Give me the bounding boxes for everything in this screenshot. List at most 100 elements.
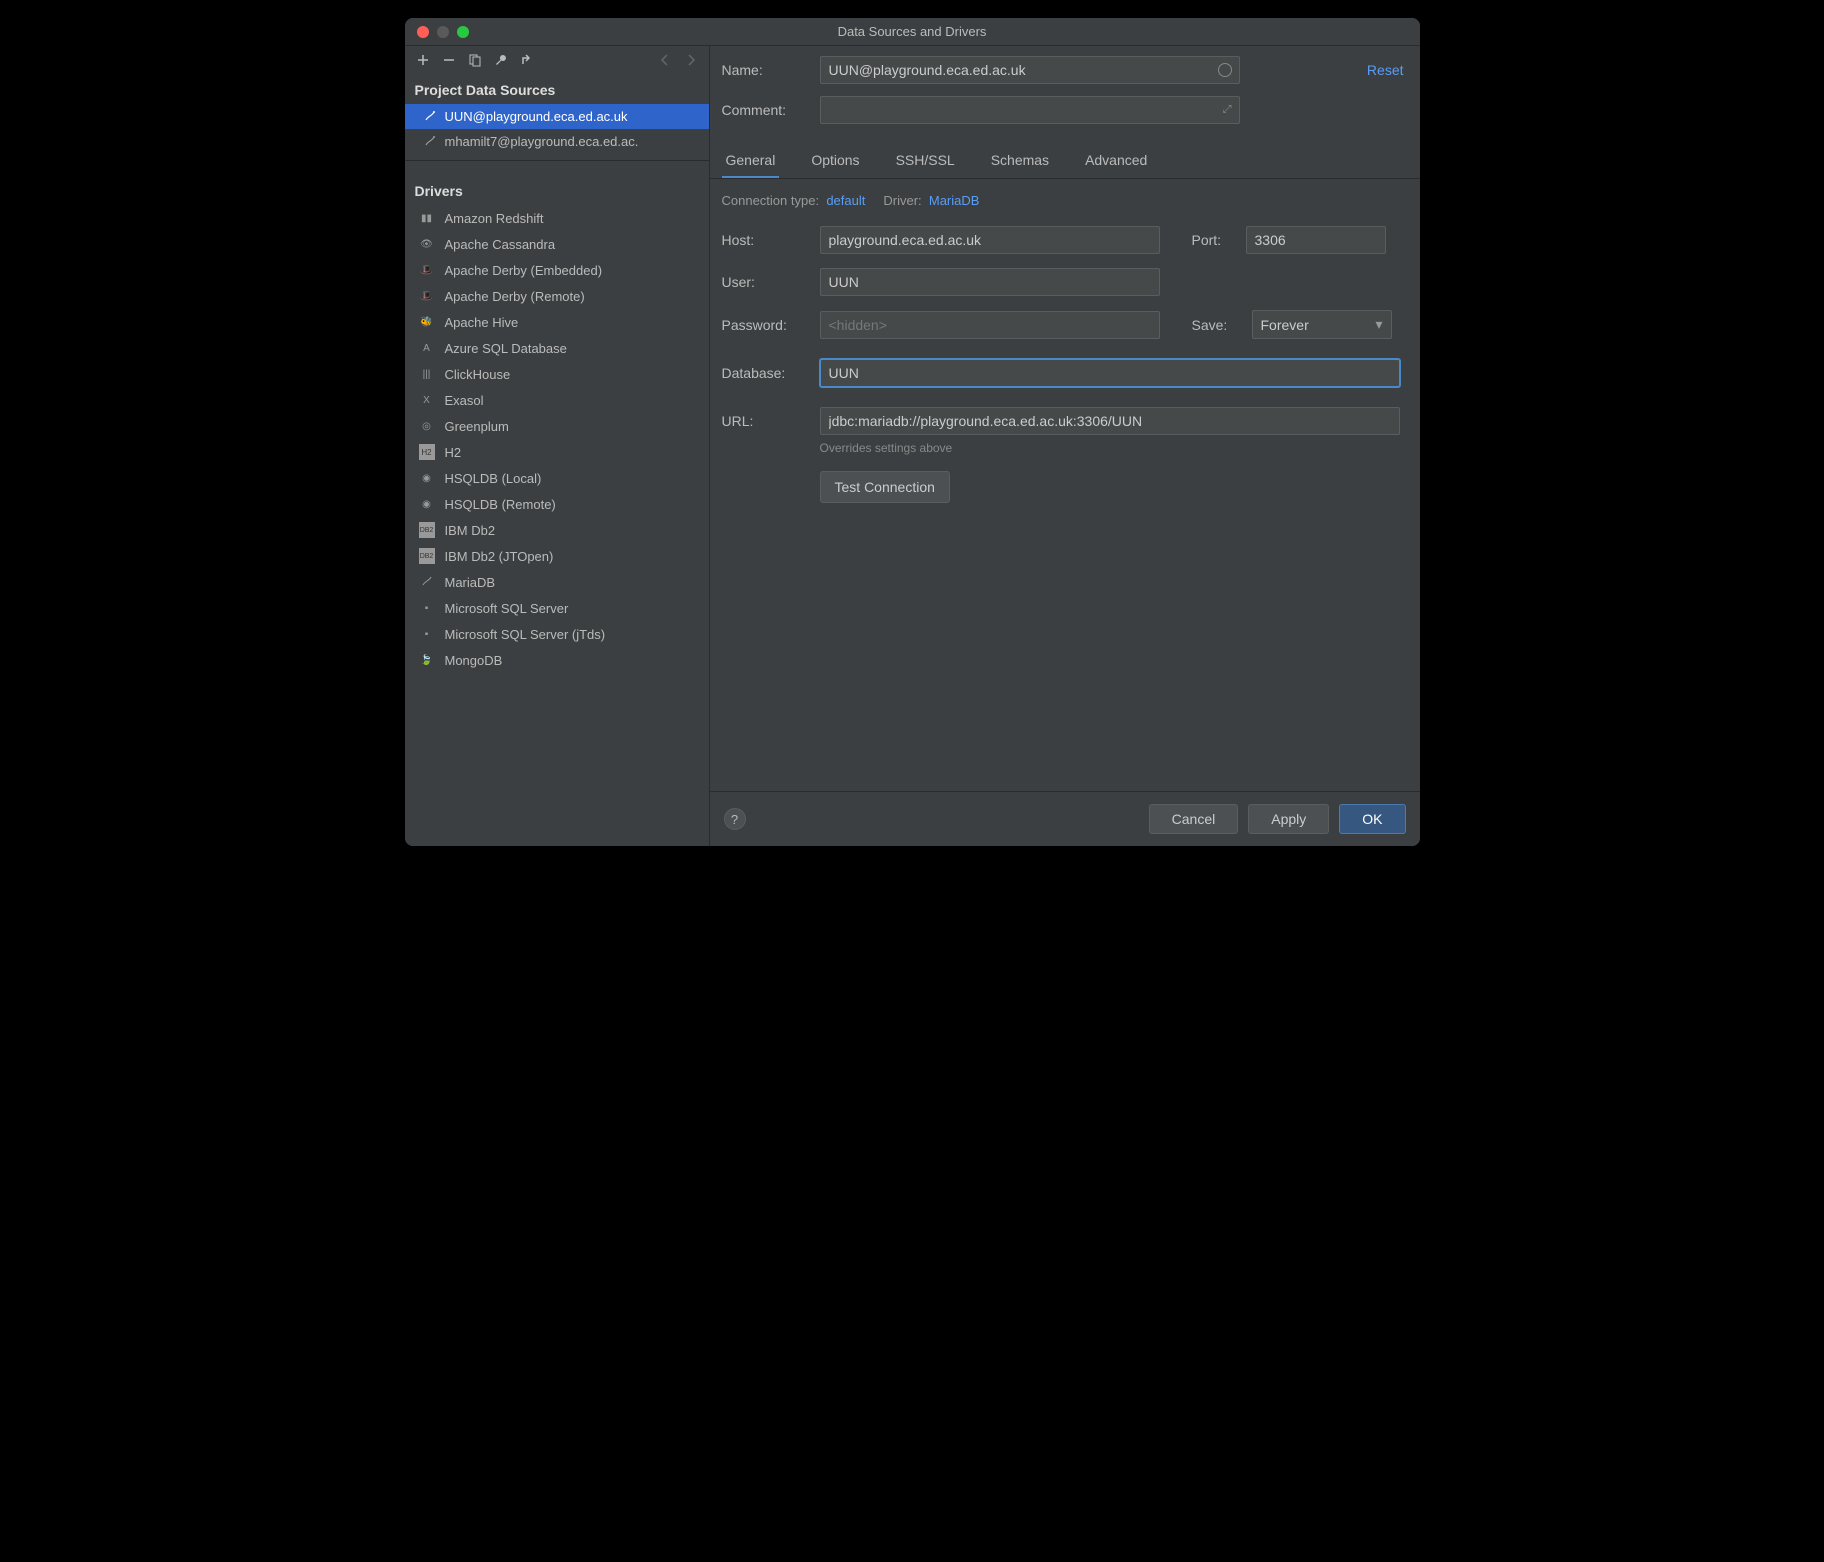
footer: ? Cancel Apply OK [710, 791, 1420, 846]
apply-button[interactable]: Apply [1248, 804, 1329, 834]
database-icon [423, 135, 437, 149]
save-label: Save: [1192, 317, 1242, 333]
save-select[interactable]: Forever ▾ [1252, 310, 1392, 339]
driver-icon: ▪ [419, 626, 435, 642]
status-indicator-icon [1218, 63, 1232, 77]
driver-label: Azure SQL Database [445, 341, 567, 356]
sidebar-toolbar [405, 46, 709, 74]
dialog-window: Data Sources and Drivers Project Data So… [405, 18, 1420, 846]
driver-icon: 🍃 [419, 652, 435, 668]
back-icon[interactable] [657, 52, 673, 68]
driver-value[interactable]: MariaDB [929, 193, 980, 208]
driver-label: Microsoft SQL Server [445, 601, 569, 616]
driver-icon: 🎩 [419, 288, 435, 304]
driver-item[interactable]: 🎩 Apache Derby (Remote) [405, 283, 709, 309]
general-tab-content: Connection type: default Driver: MariaDB… [710, 179, 1420, 791]
driver-label: IBM Db2 [445, 523, 496, 538]
titlebar: Data Sources and Drivers [405, 18, 1420, 46]
sidebar: Project Data Sources UUN@playground.eca.… [405, 46, 710, 846]
driver-label: HSQLDB (Remote) [445, 497, 556, 512]
driver-icon: DB2 [419, 522, 435, 538]
driver-item[interactable]: ▪Microsoft SQL Server [405, 595, 709, 621]
data-source-item[interactable]: UUN@playground.eca.ed.ac.uk [405, 104, 709, 129]
driver-item[interactable]: 🎩Apache Derby (Embedded) [405, 257, 709, 283]
driver-icon: ▮▮ [419, 210, 435, 226]
tab-schemas[interactable]: Schemas [987, 144, 1053, 178]
driver-item[interactable]: ◎Greenplum [405, 413, 709, 439]
driver-label: Greenplum [445, 419, 509, 434]
tab-options[interactable]: Options [807, 144, 863, 178]
driver-label: MongoDB [445, 653, 503, 668]
driver-label: Amazon Redshift [445, 211, 544, 226]
driver-icon: H2 [419, 444, 435, 460]
host-label: Host: [722, 232, 810, 248]
driver-item[interactable]: 🍃 MongoDB [405, 647, 709, 673]
driver-item[interactable]: AAzure SQL Database [405, 335, 709, 361]
driver-item[interactable]: DB2 IBM Db2 [405, 517, 709, 543]
tab-general[interactable]: General [722, 144, 780, 178]
driver-label: Microsoft SQL Server (jTds) [445, 627, 606, 642]
forward-icon[interactable] [683, 52, 699, 68]
database-icon [423, 110, 437, 124]
driver-item[interactable]: 🐝Apache Hive [405, 309, 709, 335]
revert-icon[interactable] [519, 52, 535, 68]
drivers-list[interactable]: ▮▮Amazon Redshift 👁Apache Cassandra 🎩Apa… [405, 205, 709, 846]
driver-item[interactable]: MariaDB [405, 569, 709, 595]
name-label: Name: [722, 62, 810, 78]
help-button[interactable]: ? [724, 808, 746, 830]
ok-button[interactable]: OK [1339, 804, 1405, 834]
cancel-button[interactable]: Cancel [1149, 804, 1239, 834]
wrench-icon[interactable] [493, 52, 509, 68]
expand-icon[interactable]: ⤢ [1223, 104, 1232, 117]
user-label: User: [722, 274, 810, 290]
driver-icon: DB2 [419, 548, 435, 564]
driver-item[interactable]: ◉HSQLDB (Local) [405, 465, 709, 491]
port-input[interactable] [1246, 226, 1386, 254]
driver-label: Apache Hive [445, 315, 519, 330]
host-input[interactable] [820, 226, 1160, 254]
driver-item[interactable]: ▮▮ Amazon Redshift [405, 205, 709, 231]
dialog-body: Project Data Sources UUN@playground.eca.… [405, 46, 1420, 846]
save-value: Forever [1261, 317, 1309, 333]
drivers-header: Drivers [405, 175, 709, 205]
driver-label: Apache Derby (Embedded) [445, 263, 603, 278]
test-connection-button[interactable]: Test Connection [820, 471, 950, 503]
driver-label: ClickHouse [445, 367, 511, 382]
driver-item[interactable]: H2 H2 [405, 439, 709, 465]
driver-label: IBM Db2 (JTOpen) [445, 549, 554, 564]
password-label: Password: [722, 317, 810, 333]
driver-label: Apache Cassandra [445, 237, 556, 252]
project-data-sources-header: Project Data Sources [405, 74, 709, 104]
tab-ssh-ssl[interactable]: SSH/SSL [892, 144, 959, 178]
driver-icon: X [419, 392, 435, 408]
reset-link[interactable]: Reset [1367, 62, 1404, 78]
port-label: Port: [1192, 232, 1236, 248]
driver-label: HSQLDB (Local) [445, 471, 542, 486]
url-input[interactable] [820, 407, 1400, 435]
comment-input[interactable] [820, 96, 1240, 124]
main-panel: Name: Reset Comment: ⤢ General [710, 46, 1420, 846]
data-source-item[interactable]: mhamilt7@playground.eca.ed.ac. [405, 129, 709, 154]
driver-item[interactable]: ◉HSQLDB (Remote) [405, 491, 709, 517]
driver-item[interactable]: 👁Apache Cassandra [405, 231, 709, 257]
database-input[interactable] [820, 359, 1400, 387]
user-input[interactable] [820, 268, 1160, 296]
driver-label: H2 [445, 445, 462, 460]
driver-item[interactable]: DB2 IBM Db2 (JTOpen) [405, 543, 709, 569]
tab-advanced[interactable]: Advanced [1081, 144, 1151, 178]
conn-type-label: Connection type: [722, 193, 820, 208]
data-source-label: mhamilt7@playground.eca.ed.ac. [445, 134, 639, 149]
driver-label: Apache Derby (Remote) [445, 289, 585, 304]
driver-item[interactable]: |||ClickHouse [405, 361, 709, 387]
chevron-down-icon: ▾ [1375, 316, 1382, 333]
remove-icon[interactable] [441, 52, 457, 68]
conn-type-value[interactable]: default [826, 193, 865, 208]
url-label: URL: [722, 413, 810, 429]
driver-item[interactable]: ▪ Microsoft SQL Server (jTds) [405, 621, 709, 647]
driver-label: MariaDB [445, 575, 496, 590]
add-icon[interactable] [415, 52, 431, 68]
name-input[interactable] [820, 56, 1240, 84]
driver-item[interactable]: XExasol [405, 387, 709, 413]
copy-icon[interactable] [467, 52, 483, 68]
password-input[interactable] [820, 311, 1160, 339]
